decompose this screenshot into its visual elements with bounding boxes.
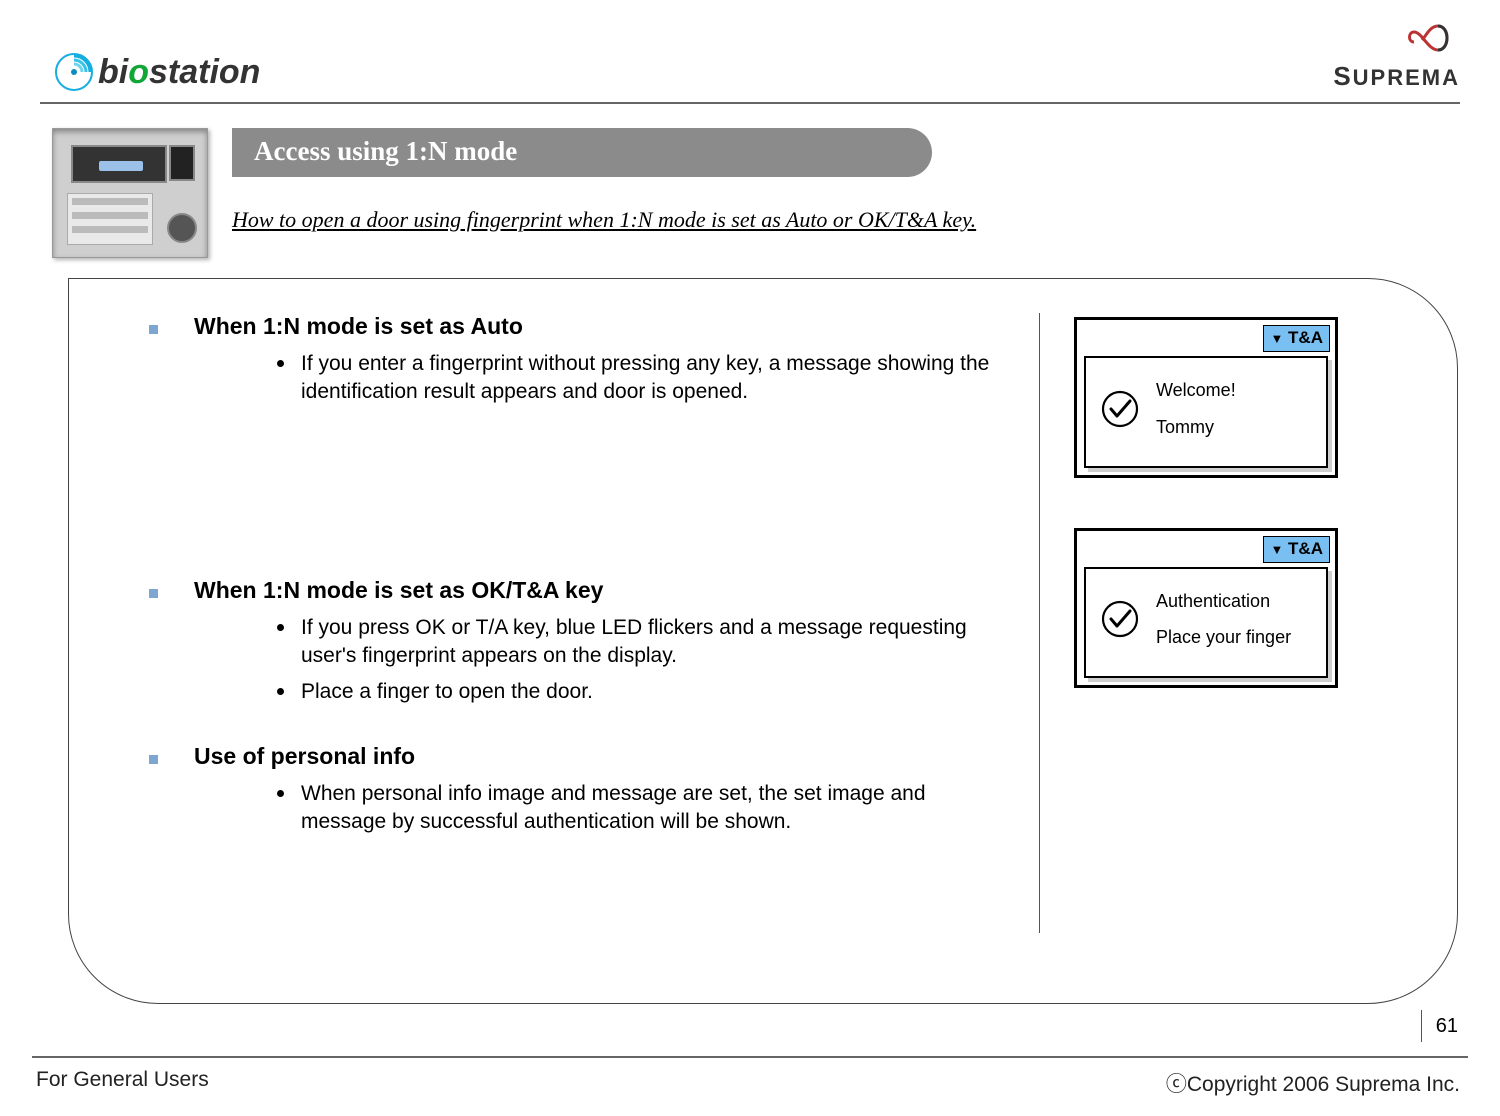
footer-right: ⓒCopyright 2006 Suprema Inc. <box>1166 1068 1460 1098</box>
list-item: If you press OK or T/A key, blue LED fli… <box>277 614 1009 671</box>
device-screen-mock: ▼ T&A Welcome! Tommy <box>1074 317 1338 478</box>
triangle-down-icon: ▼ <box>1270 542 1283 557</box>
swirl-icon <box>54 52 94 92</box>
device-thumbnail-image <box>52 128 208 258</box>
list-item: Place a finger to open the door. <box>277 678 1009 706</box>
brand-left-text: biostation <box>98 53 260 92</box>
screen-text: Welcome! Tommy <box>1156 376 1236 442</box>
ta-badge: ▼ T&A <box>1263 325 1330 352</box>
list-item: If you enter a fingerprint without press… <box>277 350 1009 407</box>
page-subtitle: How to open a door using fingerprint whe… <box>232 207 1470 233</box>
section-heading: When 1:N mode is set as Auto <box>194 313 523 340</box>
page-title: Access using 1:N mode <box>232 128 932 177</box>
header-divider <box>40 102 1460 104</box>
brand-right-text: UPREMA <box>1353 65 1460 90</box>
bullet-square-icon <box>149 325 158 334</box>
content-panel: When 1:N mode is set as Auto If you ente… <box>68 278 1458 1004</box>
bullet-square-icon <box>149 589 158 598</box>
screen-text: Authentication Place your finger <box>1156 587 1291 653</box>
section-heading: When 1:N mode is set as OK/T&A key <box>194 577 603 604</box>
infinity-icon <box>1404 20 1460 54</box>
section-heading: Use of personal info <box>194 743 415 770</box>
brand-logo-left: biostation <box>54 52 260 92</box>
bullet-square-icon <box>149 755 158 764</box>
device-screen-mock: ▼ T&A Authentication Place your finger <box>1074 528 1338 689</box>
list-item: When personal info image and message are… <box>277 780 1009 837</box>
check-circle-icon <box>1100 389 1140 429</box>
brand-logo-right: SUPREMA <box>1333 20 1460 92</box>
triangle-down-icon: ▼ <box>1270 331 1283 346</box>
ta-badge: ▼ T&A <box>1263 536 1330 563</box>
page-number: 61 <box>1421 1010 1458 1042</box>
check-circle-icon <box>1100 599 1140 639</box>
footer-left: For General Users <box>36 1068 209 1098</box>
